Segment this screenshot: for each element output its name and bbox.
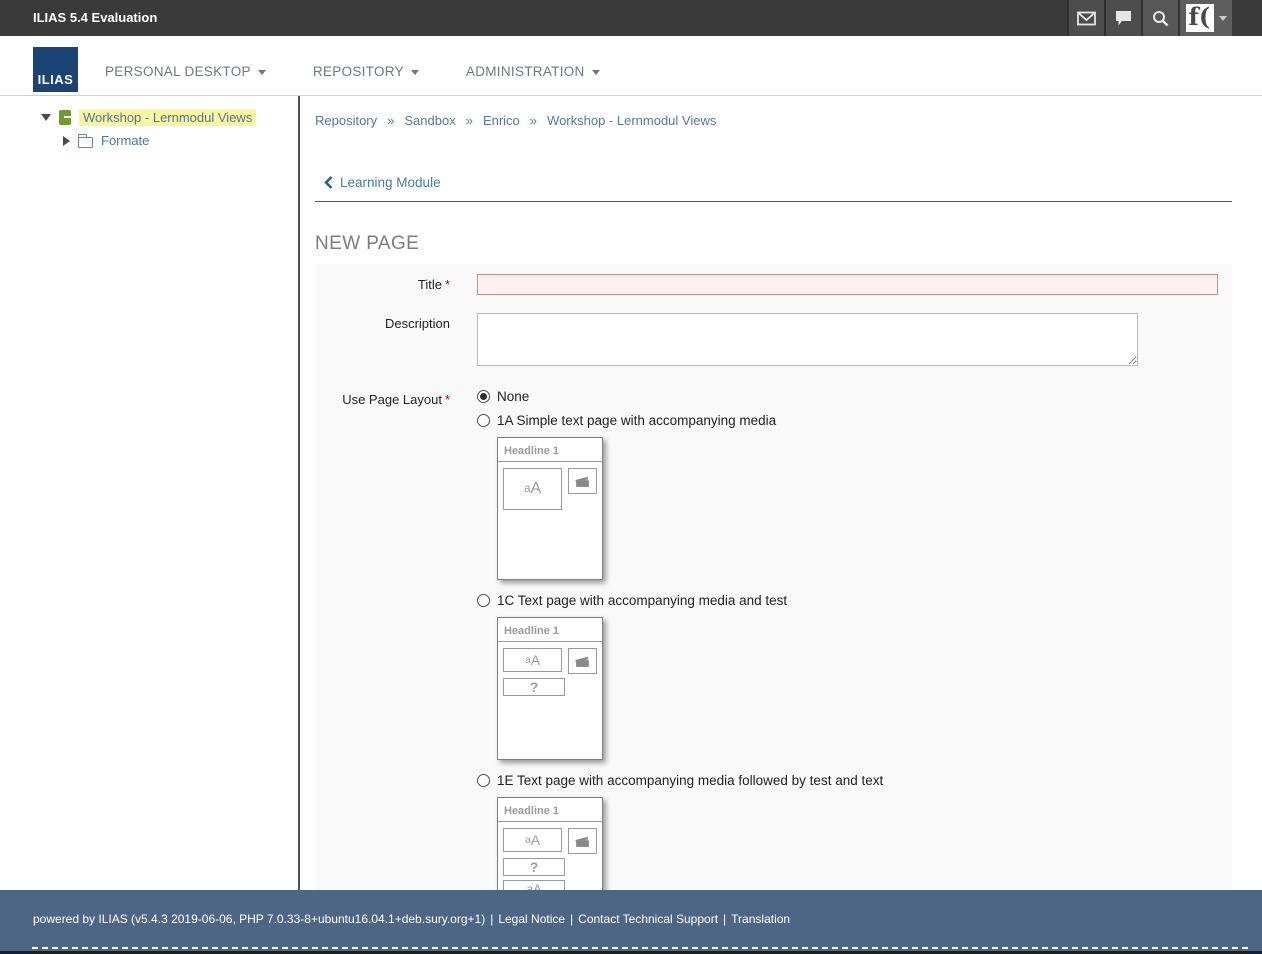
media-block-icon	[568, 648, 597, 674]
required-marker: *	[445, 392, 450, 407]
preview-headline: Headline 1	[498, 438, 602, 462]
chevron-left-icon	[324, 176, 333, 189]
tree-item-label[interactable]: Workshop - Lernmodul Views	[79, 109, 256, 126]
chevron-down-icon	[258, 70, 266, 75]
layout-option-none[interactable]: None	[477, 389, 1232, 404]
tree-item-label[interactable]: Formate	[101, 133, 149, 148]
layout-option-1a[interactable]: 1A Simple text page with accompanying me…	[477, 413, 1232, 428]
user-menu-button[interactable]: f(	[1178, 0, 1232, 36]
breadcrumb-separator: »	[387, 113, 394, 128]
radio-1c[interactable]	[477, 594, 490, 607]
main-header: ILIAS PERSONAL DESKTOP REPOSITORY ADMINI…	[0, 36, 1262, 96]
preview-headline: Headline 1	[498, 798, 602, 822]
learning-module-icon	[59, 110, 71, 125]
radio-1a[interactable]	[477, 414, 490, 427]
nav-administration[interactable]: ADMINISTRATION	[466, 64, 600, 79]
layout-preview-1c: Headline 1 aA ?	[497, 617, 603, 760]
radio-none[interactable]	[477, 390, 490, 403]
breadcrumb-separator: »	[530, 113, 537, 128]
description-textarea[interactable]	[477, 313, 1138, 366]
chevron-down-icon	[592, 70, 600, 75]
breadcrumb-current[interactable]: Workshop - Lernmodul Views	[547, 113, 716, 128]
layout-options: None 1A Simple text page with accompanyi…	[477, 389, 1232, 890]
ilias-page: ILIAS 5.4 Evaluation f(	[0, 0, 1262, 954]
question-block-icon: ?	[503, 678, 565, 696]
content-wrap: Workshop - Lernmodul Views Formate Repos…	[0, 96, 1262, 890]
required-marker: *	[445, 277, 450, 292]
powered-by-text: powered by ILIAS (v5.4.3 2019-06-06, PHP…	[33, 912, 485, 926]
focus-outline	[32, 947, 1248, 949]
preview-headline: Headline 1	[498, 618, 602, 642]
question-block-icon: ?	[503, 858, 565, 876]
breadcrumb-enrico[interactable]: Enrico	[483, 113, 520, 128]
layout-preview-1a: Headline 1 aA	[497, 437, 603, 580]
media-block-icon	[568, 828, 597, 854]
chat-button[interactable]	[1104, 0, 1141, 36]
footer: powered by ILIAS (v5.4.3 2019-06-06, PHP…	[0, 890, 1262, 951]
radio-1e[interactable]	[477, 774, 490, 787]
tree-item-formate[interactable]: Formate	[0, 133, 298, 148]
layout-preview-1e: Headline 1 aA ? aA	[497, 797, 603, 890]
page-layout-label: Use Page Layout*	[315, 389, 450, 407]
support-link[interactable]: Contact Technical Support	[578, 912, 718, 926]
text-block-icon: aA	[503, 648, 562, 672]
ilias-logo[interactable]: ILIAS	[33, 47, 78, 92]
top-bar: ILIAS 5.4 Evaluation f(	[0, 0, 1262, 36]
back-link-bar: Learning Module	[315, 175, 1232, 202]
text-block-icon: aA	[503, 880, 565, 890]
expand-triangle-icon[interactable]	[63, 136, 70, 146]
installation-title: ILIAS 5.4 Evaluation	[0, 0, 1067, 36]
title-label: Title*	[315, 274, 450, 292]
chevron-down-icon	[411, 70, 419, 75]
tree-item-workshop[interactable]: Workshop - Lernmodul Views	[0, 109, 298, 126]
chat-icon	[1115, 10, 1132, 26]
main-nav: PERSONAL DESKTOP REPOSITORY ADMINISTRATI…	[105, 64, 600, 95]
breadcrumb: Repository » Sandbox » Enrico » Workshop…	[315, 113, 1232, 128]
title-input[interactable]	[477, 274, 1218, 295]
mail-icon	[1077, 11, 1096, 26]
back-to-learning-module-link[interactable]: Learning Module	[324, 175, 441, 190]
search-button[interactable]	[1141, 0, 1178, 36]
main-content: Repository » Sandbox » Enrico » Workshop…	[300, 96, 1262, 890]
layout-option-1c[interactable]: 1C Text page with accompanying media and…	[477, 593, 1232, 608]
top-icon-group: f(	[1067, 0, 1232, 36]
legal-notice-link[interactable]: Legal Notice	[498, 912, 565, 926]
breadcrumb-separator: »	[466, 113, 473, 128]
page-title: NEW PAGE	[315, 233, 1232, 255]
search-icon	[1152, 10, 1169, 27]
new-page-form: Title* Description Use Page La	[315, 264, 1232, 890]
layout-option-1e[interactable]: 1E Text page with accompanying media fol…	[477, 773, 1232, 788]
chevron-down-icon	[1219, 16, 1227, 21]
mail-button[interactable]	[1067, 0, 1104, 36]
text-block-icon: aA	[503, 828, 562, 852]
description-label: Description	[315, 313, 450, 331]
breadcrumb-sandbox[interactable]: Sandbox	[404, 113, 455, 128]
repository-tree: Workshop - Lernmodul Views Formate	[0, 96, 300, 890]
translation-link[interactable]: Translation	[731, 912, 790, 926]
collapse-triangle-icon[interactable]	[41, 114, 51, 121]
nav-repository[interactable]: REPOSITORY	[313, 64, 419, 79]
media-block-icon	[568, 468, 597, 494]
title-row: Title*	[315, 274, 1232, 295]
avatar: f(	[1186, 4, 1214, 32]
description-row: Description	[315, 313, 1232, 371]
page-layout-row: Use Page Layout* None 1A Simple text pag…	[315, 389, 1232, 890]
nav-personal-desktop[interactable]: PERSONAL DESKTOP	[105, 64, 266, 79]
breadcrumb-repository[interactable]: Repository	[315, 113, 377, 128]
text-block-icon: aA	[503, 468, 562, 510]
folder-icon	[78, 137, 93, 148]
